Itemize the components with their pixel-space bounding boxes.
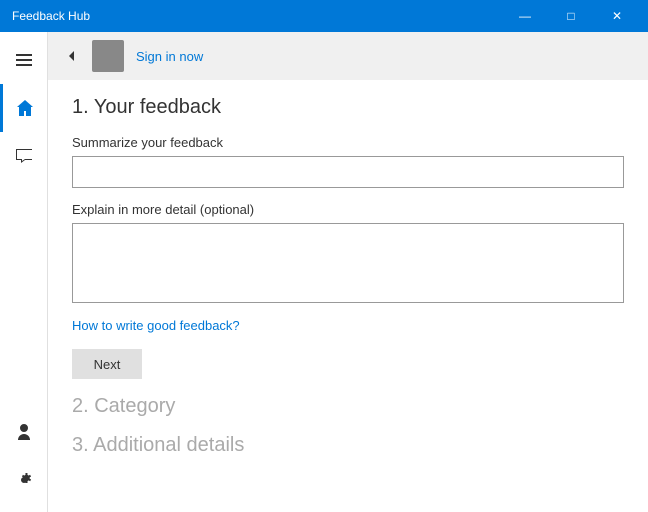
section2: 2. Category — [72, 395, 624, 418]
sidebar — [0, 32, 48, 512]
next-button[interactable]: Next — [72, 349, 142, 379]
help-link[interactable]: How to write good feedback? — [72, 318, 624, 333]
title-bar: Feedback Hub — □ ✕ — [0, 0, 648, 32]
menu-icon — [14, 50, 34, 70]
back-button[interactable] — [64, 48, 80, 64]
minimize-button[interactable]: — — [502, 0, 548, 32]
detail-textarea[interactable] — [72, 223, 624, 303]
sidebar-item-home[interactable] — [0, 84, 48, 132]
sidebar-bottom — [0, 408, 48, 504]
section1-title: 1. Your feedback — [72, 96, 624, 119]
gear-icon — [14, 470, 34, 490]
home-icon — [15, 98, 35, 118]
summary-label: Summarize your feedback — [72, 135, 624, 150]
feedback-content: 1. Your feedback Summarize your feedback… — [48, 80, 648, 512]
back-icon — [64, 48, 80, 64]
sidebar-item-menu[interactable] — [0, 36, 48, 84]
app-title: Feedback Hub — [12, 9, 90, 23]
sign-in-link[interactable]: Sign in now — [136, 49, 203, 64]
sidebar-item-settings[interactable] — [0, 456, 48, 504]
top-bar: Sign in now — [48, 32, 648, 80]
chat-icon — [14, 146, 34, 166]
section3: 3. Additional details — [72, 434, 624, 457]
section2-title: 2. Category — [72, 395, 624, 418]
person-icon — [14, 422, 34, 442]
window-controls: — □ ✕ — [502, 0, 640, 32]
section3-title: 3. Additional details — [72, 434, 624, 457]
close-button[interactable]: ✕ — [594, 0, 640, 32]
sidebar-item-account[interactable] — [0, 408, 48, 456]
app-body: Sign in now 1. Your feedback Summarize y… — [0, 32, 648, 512]
maximize-button[interactable]: □ — [548, 0, 594, 32]
detail-label: Explain in more detail (optional) — [72, 202, 624, 217]
main-content: Sign in now 1. Your feedback Summarize y… — [48, 32, 648, 512]
sidebar-item-feedback[interactable] — [0, 132, 48, 180]
summary-input[interactable] — [72, 156, 624, 188]
avatar — [92, 40, 124, 72]
